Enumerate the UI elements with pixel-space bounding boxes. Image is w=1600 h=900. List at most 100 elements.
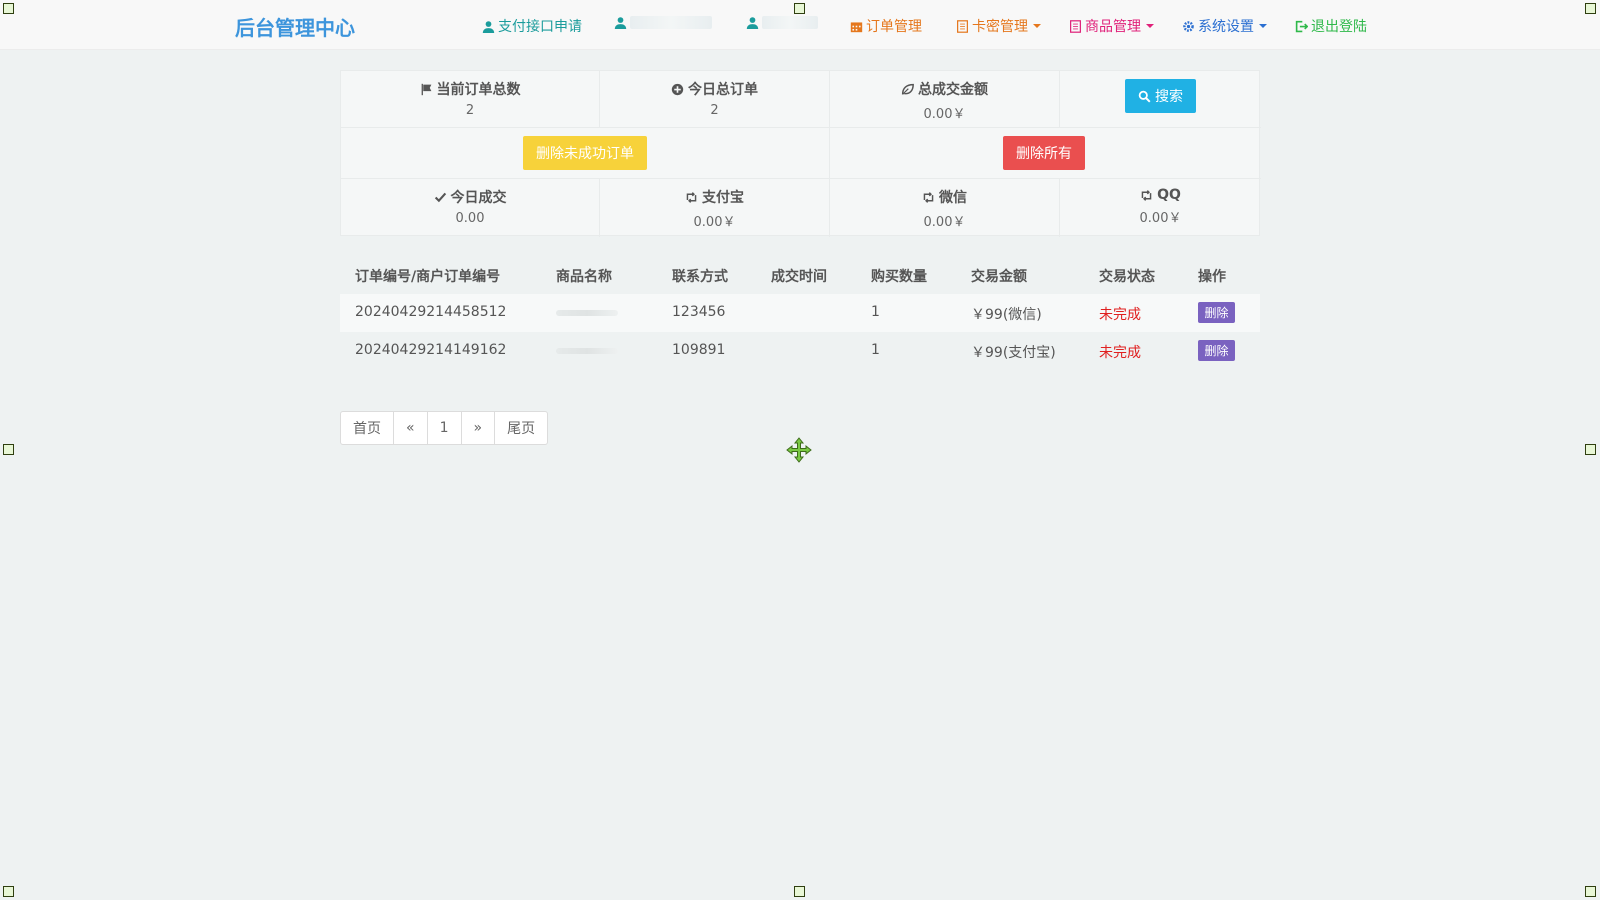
move-icon[interactable]	[786, 437, 812, 463]
page-next[interactable]: »	[460, 411, 496, 445]
stat-total-amount-label: 总成交金额	[918, 82, 988, 98]
stat-qq-label: QQ	[1157, 187, 1181, 203]
resize-handle-bottom-right[interactable]	[1585, 886, 1596, 897]
search-button[interactable]: 搜索	[1125, 79, 1196, 113]
stat-total-amount-value: 0.00￥	[923, 107, 966, 122]
nav-product-management[interactable]: 商品管理	[1069, 16, 1154, 36]
nav-user-2[interactable]	[746, 16, 818, 29]
list-icon	[957, 19, 968, 33]
cell-product-name-masked	[556, 310, 618, 316]
nav-system-settings-label: 系统设置	[1198, 19, 1254, 35]
table-row: 20240429214458512 123456 1 ￥99(微信) 未完成 删…	[340, 294, 1260, 332]
chevron-down-icon	[1259, 24, 1267, 28]
resize-handle-left[interactable]	[3, 444, 14, 455]
gear-icon	[1183, 20, 1194, 32]
stat-today-orders: 今日总订单 2	[600, 71, 830, 128]
stat-today-deal-label: 今日成交	[450, 190, 507, 206]
pagination: 首页 « 1 » 尾页	[340, 411, 549, 445]
stat-today-deal-value: 0.00	[455, 211, 485, 226]
check-icon	[434, 192, 446, 202]
nav-user-2-label-masked	[762, 16, 818, 29]
brand-title[interactable]: 后台管理中心	[235, 12, 355, 41]
nav-system-settings[interactable]: 系统设置	[1182, 16, 1267, 36]
cell-status: 未完成	[1099, 345, 1141, 361]
delete-row-button[interactable]: 删除	[1198, 340, 1235, 361]
nav-pay-api-apply[interactable]: 支付接口申请	[482, 16, 582, 36]
col-action: 操作	[1198, 269, 1226, 285]
nav-logout-label: 退出登陆	[1311, 19, 1367, 35]
col-amount: 交易金额	[971, 269, 1027, 285]
nav-user-1-label-masked	[630, 16, 712, 29]
cell-contact: 123456	[672, 304, 726, 320]
stat-today-orders-heading: 今日总订单	[600, 79, 829, 99]
nav-card-management-label: 卡密管理	[972, 19, 1028, 35]
retweet-icon	[686, 191, 697, 203]
search-button-label: 搜索	[1155, 89, 1183, 105]
chevron-down-icon	[1033, 24, 1041, 28]
table-row: 20240429214149162 109891 1 ￥99(支付宝) 未完成 …	[340, 332, 1260, 370]
stat-current-orders-heading: 当前订单总数	[341, 79, 599, 99]
nav-order-management[interactable]: 订单管理	[850, 16, 922, 36]
cell-amount: ￥99(微信)	[971, 307, 1042, 323]
nav-pay-api-apply-label: 支付接口申请	[498, 19, 582, 35]
plus-circle-icon	[671, 83, 684, 95]
user-icon	[746, 17, 759, 29]
resize-handle-right[interactable]	[1585, 444, 1596, 455]
stat-alipay: 支付宝 0.00￥	[600, 179, 830, 237]
resize-handle-bottom[interactable]	[794, 886, 805, 897]
delete-all-button[interactable]: 删除所有	[1003, 136, 1085, 170]
cell-quantity: 1	[871, 342, 880, 358]
logout-icon	[1295, 20, 1308, 32]
orders-table: 订单编号/商户订单编号 商品名称 联系方式 成交时间 购买数量 交易金额 交易状…	[340, 258, 1260, 370]
stat-today-orders-value: 2	[710, 103, 719, 118]
user-icon	[614, 17, 627, 29]
resize-handle-top-right[interactable]	[1585, 3, 1596, 14]
col-status: 交易状态	[1099, 269, 1155, 285]
nav-order-management-label: 订单管理	[866, 19, 922, 35]
resize-handle-top[interactable]	[794, 3, 805, 14]
cell-amount: ￥99(支付宝)	[971, 345, 1056, 361]
delete-row-button[interactable]: 删除	[1198, 302, 1235, 323]
leaf-icon	[901, 83, 914, 95]
cell-product-name-masked	[556, 348, 618, 354]
user-icon	[482, 20, 495, 33]
page-first[interactable]: 首页	[340, 411, 394, 445]
cell-quantity: 1	[871, 304, 880, 320]
stat-wechat: 微信 0.00￥	[830, 179, 1060, 237]
stat-qq: QQ 0.00￥	[1060, 179, 1261, 237]
calendar-icon	[850, 21, 863, 32]
stat-total-amount-heading: 总成交金额	[830, 79, 1059, 99]
resize-handle-top-left[interactable]	[3, 3, 14, 14]
page-last[interactable]: 尾页	[494, 411, 549, 445]
stat-today-deal: 今日成交 0.00	[341, 179, 600, 237]
nav-card-management[interactable]: 卡密管理	[956, 16, 1041, 36]
stat-alipay-value: 0.00￥	[693, 215, 736, 230]
stat-total-amount: 总成交金额 0.00￥	[830, 71, 1060, 128]
stat-current-orders-value: 2	[465, 103, 475, 118]
stats-panel: 当前订单总数 2 今日总订单 2 总成交金额 0.00￥ 今日成交 0.00 支…	[340, 70, 1261, 237]
stat-current-orders: 当前订单总数 2	[341, 71, 600, 128]
delete-failed-orders-button[interactable]: 删除未成功订单	[523, 136, 647, 170]
retweet-icon	[923, 191, 934, 203]
stat-qq-value: 0.00￥	[1139, 211, 1182, 226]
retweet-icon	[1141, 189, 1152, 201]
nav-logout[interactable]: 退出登陆	[1295, 16, 1367, 36]
cell-contact: 109891	[672, 342, 726, 358]
table-header: 订单编号/商户订单编号 商品名称 联系方式 成交时间 购买数量 交易金额 交易状…	[340, 258, 1260, 294]
search-icon	[1138, 90, 1151, 102]
stat-qq-heading: QQ	[1060, 187, 1261, 203]
page-prev[interactable]: «	[393, 411, 428, 445]
cell-order-no: 20240429214149162	[355, 342, 507, 358]
chevron-down-icon	[1146, 24, 1154, 28]
stat-today-deal-heading: 今日成交	[341, 187, 599, 207]
nav-product-management-label: 商品管理	[1085, 19, 1141, 35]
page-current[interactable]: 1	[426, 411, 462, 445]
cell-order-no: 20240429214458512	[355, 304, 507, 320]
stat-alipay-label: 支付宝	[702, 190, 744, 206]
resize-handle-bottom-left[interactable]	[3, 886, 14, 897]
nav-user-1[interactable]	[614, 16, 712, 29]
col-product-name: 商品名称	[556, 269, 612, 285]
col-order-no: 订单编号/商户订单编号	[355, 269, 501, 285]
stat-wechat-label: 微信	[939, 190, 967, 206]
cell-status: 未完成	[1099, 307, 1141, 323]
